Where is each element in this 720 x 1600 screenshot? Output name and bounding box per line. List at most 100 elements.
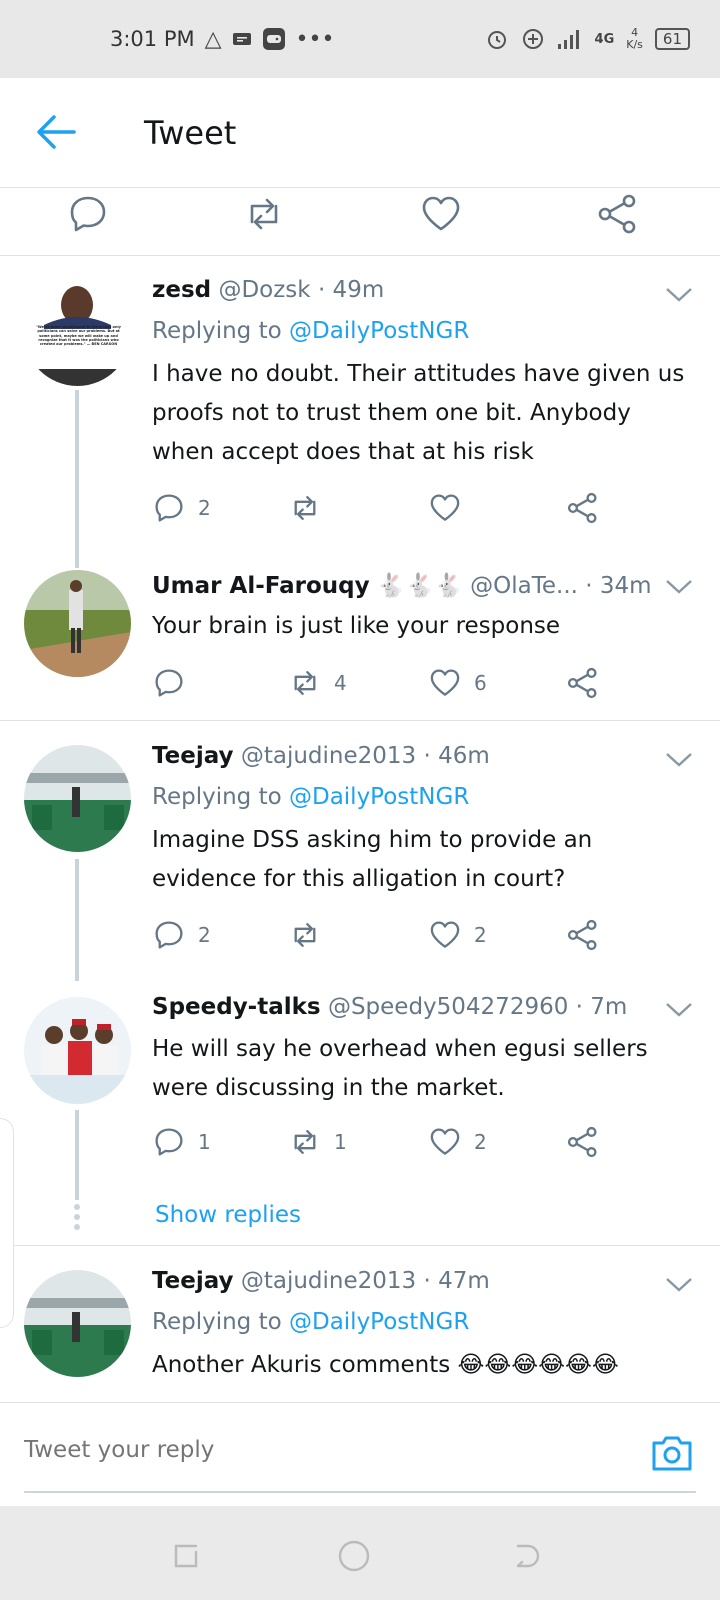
share-action[interactable] [566,490,600,526]
reply-action[interactable]: 2 [152,917,211,953]
reply-header: Teejay @tajudine2013 · 46m [152,743,490,769]
avatar[interactable] [24,1270,131,1377]
replying-to-line: Replying to @DailyPostNGR [152,318,469,344]
reply-tweet[interactable]: Teejay @tajudine2013 · 47m Replying to @… [0,1246,720,1402]
thread-line [75,859,79,981]
camera-icon[interactable] [650,1433,694,1473]
warning-icon: △ [204,26,222,52]
share-action[interactable] [566,1124,600,1160]
like-icon [430,921,460,948]
more-notifications-icon: ••• [295,26,335,52]
display-name[interactable]: Teejay [152,743,234,769]
tweet-text: I have no doubt. Their attitudes have gi… [152,361,685,465]
avatar[interactable] [24,570,131,677]
share-icon [567,1126,597,1158]
display-name[interactable]: Speedy-talks [152,994,321,1020]
tweet-text: He will say he overhead when egusi selle… [152,1036,648,1101]
replying-to-link[interactable]: @DailyPostNGR [289,784,469,810]
alarm-icon [487,31,506,49]
side-handle[interactable] [0,1118,14,1328]
reply-action[interactable]: 2 [152,490,211,526]
back-arrow-icon[interactable] [34,112,78,152]
chevron-down-icon[interactable] [664,576,694,596]
reply-tweet[interactable]: Teejay @tajudine2013 · 46m Replying to @… [0,721,720,981]
display-name[interactable]: Teejay [152,1268,234,1294]
main-tweet-actions [0,188,720,256]
share-icon [567,667,597,699]
handle[interactable]: @tajudine2013 [241,743,416,769]
share-icon [567,492,597,524]
like-action[interactable] [428,490,474,526]
share-action[interactable] [566,665,600,701]
speed-unit: K/s [626,38,643,51]
replying-to-link[interactable]: @DailyPostNGR [289,318,469,344]
share-action[interactable] [566,917,600,953]
reply-count: 1 [198,1130,211,1154]
replying-prefix: Replying to [152,1309,282,1335]
thread-line [75,1110,79,1200]
like-count: 6 [474,671,487,695]
like-icon [430,669,460,696]
reply-tweet[interactable]: Speedy-talks @Speedy504272960 · 7m He wi… [0,971,720,1245]
avatar[interactable] [24,997,131,1104]
handle[interactable]: @Dozsk [218,277,310,303]
reply-input[interactable] [24,1437,614,1463]
status-time: 3:01 PM [110,27,195,51]
retweet-action[interactable] [288,917,334,953]
handle[interactable]: @tajudine2013 [241,1268,416,1294]
display-name[interactable]: zesd [152,277,211,303]
retweet-action[interactable] [288,490,334,526]
reply-icon [155,1128,183,1156]
chevron-down-icon[interactable] [664,999,694,1019]
chevron-down-icon[interactable] [664,749,694,769]
timestamp: · 49m [317,277,385,303]
retweet-action[interactable]: 1 [288,1124,347,1160]
like-action[interactable]: 6 [428,665,487,701]
replying-to-link[interactable]: @DailyPostNGR [289,1309,469,1335]
message-icon [232,33,251,45]
timestamp: · 7m [575,994,628,1020]
chevron-down-icon[interactable] [664,1274,694,1294]
reply-icon[interactable] [66,192,110,236]
reply-header: Teejay @tajudine2013 · 47m [152,1268,490,1294]
reply-tweet[interactable]: "We've been conditioned to think that on… [0,256,720,568]
speed-indicator: 4 K/s [626,27,643,51]
system-nav-bar [0,1506,720,1600]
back-icon[interactable] [506,1536,546,1576]
share-icon[interactable] [596,192,640,236]
data-saver-icon [522,29,543,49]
replying-to-line: Replying to @DailyPostNGR [152,1309,469,1335]
thread-dots [73,1204,81,1230]
battery-icon: 61 [654,28,690,50]
input-underline [24,1491,696,1493]
like-action[interactable]: 2 [428,917,487,953]
like-icon[interactable] [419,192,463,236]
handle[interactable]: @Speedy504272960 [328,994,568,1020]
retweet-icon [294,496,316,520]
reply-icon [155,921,183,949]
retweet-icon [294,671,316,695]
reply-action[interactable]: 1 [152,1124,211,1160]
reply-action[interactable] [152,665,198,701]
reply-icon [155,494,183,522]
replies-feed: "We've been conditioned to think that on… [0,256,720,1402]
game-icon [262,28,285,50]
chevron-down-icon[interactable] [664,284,694,304]
recent-apps-icon[interactable] [166,1536,206,1576]
reply-count: 2 [198,496,211,520]
retweet-icon [294,1130,316,1154]
handle[interactable]: @OlaTe... [470,573,578,599]
show-replies-link[interactable]: Show replies [155,1202,301,1228]
retweet-action[interactable]: 4 [288,665,347,701]
like-count: 2 [474,923,487,947]
home-icon[interactable] [334,1536,374,1576]
display-name[interactable]: Umar Al-Farouqy [152,573,370,599]
like-action[interactable]: 2 [428,1124,487,1160]
reply-header: zesd @Dozsk · 49m [152,277,384,303]
reply-tweet[interactable]: Umar Al-Farouqy 🐇🐇🐇 @OlaTe... · 34m Your… [0,556,720,721]
reply-icon [155,669,183,697]
replying-prefix: Replying to [152,318,282,344]
reply-count: 2 [198,923,211,947]
avatar[interactable] [24,745,131,852]
retweet-icon[interactable] [242,192,286,236]
